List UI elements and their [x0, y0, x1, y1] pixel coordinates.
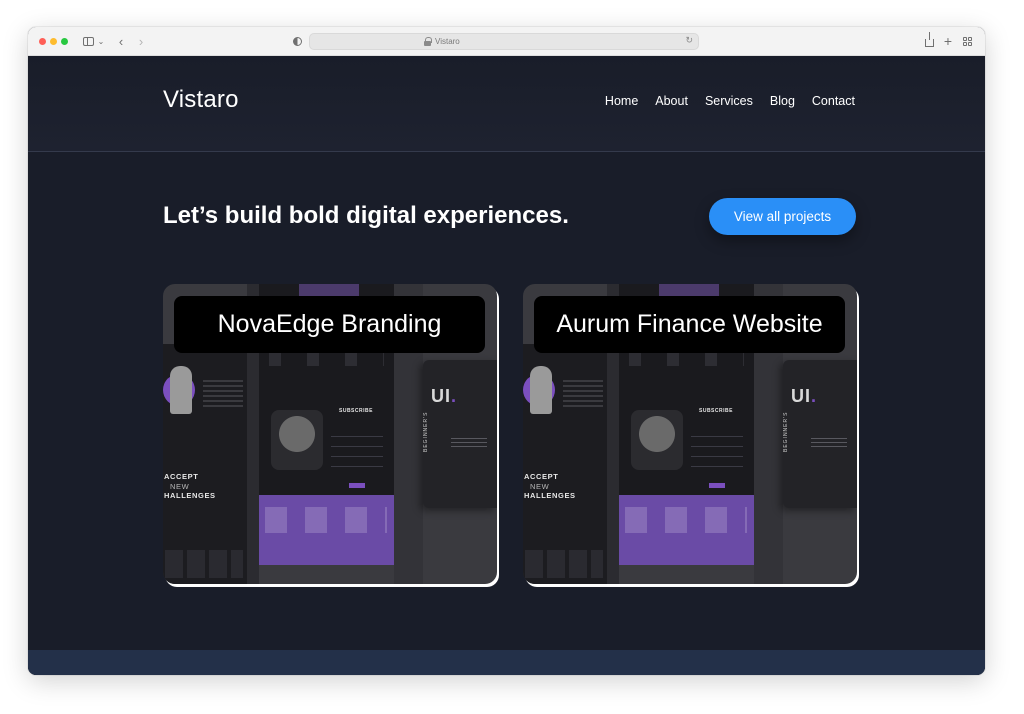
- sidebar-icon[interactable]: [81, 33, 95, 49]
- mockup-accept-text: ACCEPT NEW HALLENGES: [164, 472, 216, 500]
- nav-blog[interactable]: Blog: [770, 94, 795, 108]
- browser-toolbar: ⌄ ‹ › Vistaro ↻ +: [28, 27, 985, 56]
- footer-band: [28, 650, 985, 675]
- site-header: Vistaro Home About Services Blog Contact: [28, 56, 985, 152]
- back-arrow-icon[interactable]: ‹: [116, 33, 126, 49]
- web-page: Vistaro Home About Services Blog Contact…: [28, 56, 985, 675]
- project-card-aurum[interactable]: ACCEPT NEW HALLENGES SUBSCRIBE UI. BEGIN…: [523, 284, 857, 584]
- zoom-window-button[interactable]: [61, 38, 68, 45]
- mockup-beginners-text: BEGINNER'S: [423, 411, 429, 452]
- tab-overview-icon[interactable]: [962, 33, 972, 49]
- privacy-shield-icon[interactable]: [292, 33, 302, 49]
- lock-icon: [424, 37, 432, 46]
- nav-about[interactable]: About: [655, 94, 688, 108]
- plus-icon[interactable]: +: [943, 33, 953, 49]
- mockup-beginners-text: BEGINNER'S: [783, 411, 789, 452]
- site-logo[interactable]: Vistaro: [163, 86, 239, 114]
- mockup-ui-text: UI.: [431, 386, 458, 406]
- mockup-accept-text: ACCEPT NEW HALLENGES: [524, 472, 576, 500]
- browser-window: ⌄ ‹ › Vistaro ↻ + Vistaro Home About Ser…: [28, 27, 985, 675]
- hero-title: Let’s build bold digital experiences.: [163, 202, 569, 229]
- mockup-subscribe-text: SUBSCRIBE: [699, 408, 733, 414]
- nav-home[interactable]: Home: [605, 94, 638, 108]
- mockup-right-panel: UI. BEGINNER'S: [783, 360, 857, 508]
- reload-icon[interactable]: ↻: [685, 35, 693, 46]
- mockup-left-panel: ACCEPT NEW HALLENGES: [163, 344, 247, 584]
- address-bar-url: Vistaro: [435, 37, 460, 46]
- nav-contact[interactable]: Contact: [812, 94, 855, 108]
- forward-arrow-icon[interactable]: ›: [136, 33, 146, 49]
- mockup-ui-text: UI.: [791, 386, 818, 406]
- project-card-title[interactable]: Aurum Finance Website: [534, 296, 845, 353]
- nav-services[interactable]: Services: [705, 94, 753, 108]
- mockup-subscribe-text: SUBSCRIBE: [339, 408, 373, 414]
- address-bar[interactable]: Vistaro ↻: [309, 33, 699, 50]
- view-all-projects-button[interactable]: View all projects: [709, 198, 856, 235]
- main-nav: Home About Services Blog Contact: [605, 94, 855, 108]
- mockup-right-panel: UI. BEGINNER'S: [423, 360, 497, 508]
- share-icon[interactable]: [924, 32, 934, 49]
- project-card-novaedge[interactable]: ACCEPT NEW HALLENGES SUBSCRIBE UI. BEGIN…: [163, 284, 497, 584]
- chevron-down-icon[interactable]: ⌄: [97, 33, 105, 49]
- close-window-button[interactable]: [39, 38, 46, 45]
- project-card-title[interactable]: NovaEdge Branding: [174, 296, 485, 353]
- mockup-left-panel: ACCEPT NEW HALLENGES: [523, 344, 607, 584]
- minimize-window-button[interactable]: [50, 38, 57, 45]
